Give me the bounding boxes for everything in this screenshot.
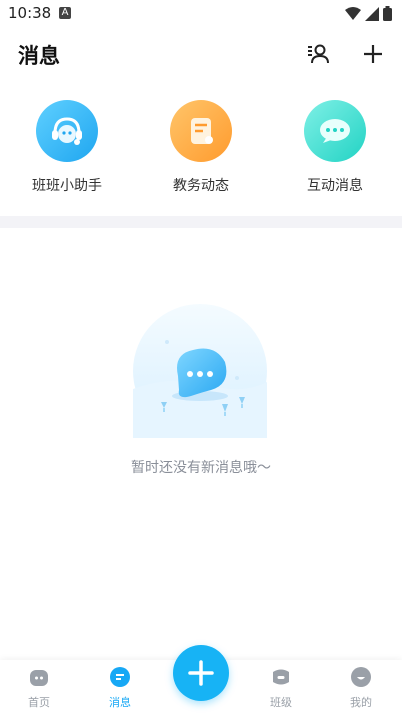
battery-icon xyxy=(383,6,392,21)
quick-item-assistant[interactable]: 班班小助手 xyxy=(7,100,127,195)
quick-item-label: 班班小助手 xyxy=(32,178,102,194)
plus-icon xyxy=(188,660,214,686)
quick-item-interactions[interactable]: 互动消息 xyxy=(275,100,395,195)
tab-label: 首页 xyxy=(28,696,50,709)
chat-bubble-icon xyxy=(304,100,366,162)
document-icon xyxy=(170,100,232,162)
quick-item-academic-news[interactable]: 教务动态 xyxy=(141,100,261,195)
quick-entries: 班班小助手 教务动态 互动消息 xyxy=(0,100,402,210)
plus-icon xyxy=(364,45,382,63)
quick-item-label: 互动消息 xyxy=(307,178,363,194)
add-button[interactable] xyxy=(359,40,387,68)
status-icons xyxy=(345,6,392,21)
profile-icon xyxy=(350,666,372,688)
empty-state-text: 暂时还没有新消息哦～ xyxy=(131,460,271,476)
contacts-button[interactable] xyxy=(304,40,332,68)
home-icon xyxy=(28,666,50,688)
wifi-icon xyxy=(345,6,361,20)
tab-class[interactable]: 班级 xyxy=(251,666,311,710)
page-title: 消息 xyxy=(18,44,60,68)
tab-label: 我的 xyxy=(350,696,372,709)
notification-icon: A xyxy=(59,7,71,19)
header: 消息 xyxy=(0,28,402,80)
section-divider xyxy=(0,216,402,228)
tab-messages[interactable]: 消息 xyxy=(90,666,150,710)
contacts-icon xyxy=(308,44,329,64)
signal-icon xyxy=(365,6,379,21)
status-bar: 10:38 A xyxy=(0,0,402,28)
empty-message-illustration xyxy=(133,304,267,438)
message-icon xyxy=(109,666,131,688)
class-icon xyxy=(270,666,292,688)
tab-home[interactable]: 首页 xyxy=(9,666,69,710)
assistant-headset-icon xyxy=(36,100,98,162)
quick-item-label: 教务动态 xyxy=(173,178,229,194)
empty-state: 暂时还没有新消息哦～ xyxy=(0,300,402,490)
status-time: 10:38 xyxy=(8,4,52,22)
tab-label: 班级 xyxy=(270,696,292,709)
tab-label: 消息 xyxy=(109,696,131,709)
tab-mine[interactable]: 我的 xyxy=(331,666,391,710)
create-fab-button[interactable] xyxy=(173,645,229,701)
